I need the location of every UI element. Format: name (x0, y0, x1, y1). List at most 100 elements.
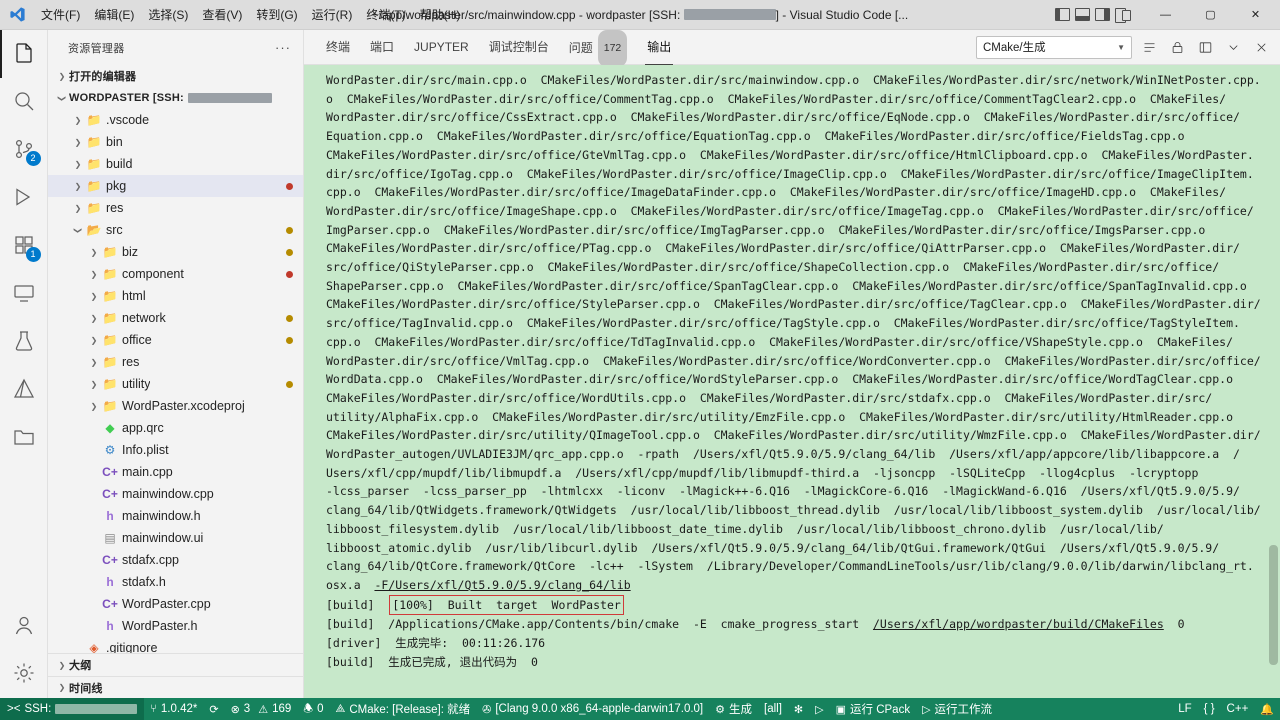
tree-item-res-inner[interactable]: ❯ 📁 res (48, 351, 303, 373)
tree-item-build[interactable]: ❯ 📁 build (48, 153, 303, 175)
tree-item-html[interactable]: ❯ 📁 html (48, 285, 303, 307)
status-brackets[interactable]: { } (1198, 698, 1221, 720)
tree-item-vscode[interactable]: ❯ 📁 .vscode (48, 109, 303, 131)
title-bar-right: — ▢ ✕ (1055, 0, 1280, 30)
section-workspace-root[interactable]: ❯ WORDPASTER [SSH: (48, 87, 303, 109)
menu-help[interactable]: 帮助(H) (413, 0, 468, 30)
tree-item-res[interactable]: ❯ 📁 res (48, 197, 303, 219)
menu-edit[interactable]: 编辑(E) (87, 0, 141, 30)
status-build[interactable]: ⚙ 生成 (709, 698, 758, 720)
status-sync[interactable]: ⟳ (203, 698, 224, 720)
status-run-workflow[interactable]: ▷ 运行工作流 (916, 698, 998, 720)
tree-item-mainwindow-h[interactable]: h mainwindow.h (48, 505, 303, 527)
output-view[interactable]: WordPaster.dir/src/main.cpp.o CMakeFiles… (304, 65, 1280, 698)
status-eol[interactable]: LF (1172, 698, 1197, 720)
status-language-mode[interactable]: C++ (1221, 698, 1255, 720)
tree-item-component[interactable]: ❯ 📁 component (48, 263, 303, 285)
sidebar-item-explorer[interactable] (0, 30, 48, 78)
tree-item-biz[interactable]: ❯ 📁 biz (48, 241, 303, 263)
qt-lib-path-link[interactable]: -F/Users/xfl/Qt5.9.0/5.9/clang_64/lib (374, 578, 630, 592)
settings-button[interactable] (0, 650, 48, 698)
explorer-more-actions[interactable]: ··· (275, 40, 291, 55)
section-open-editors[interactable]: ❯ 打开的编辑器 (48, 65, 303, 87)
cmake-files-path-link[interactable]: /Users/xfl/app/wordpaster/build/CMakeFil… (873, 617, 1164, 631)
section-timeline[interactable]: ❯ 时间线 (48, 676, 303, 698)
sidebar-item-extensions[interactable]: 1 (0, 222, 48, 270)
file-tree[interactable]: ❯ 打开的编辑器 ❯ WORDPASTER [SSH: ❯ 📁 .vscode … (48, 65, 303, 653)
tree-item-src[interactable]: ❯ 📂 src (48, 219, 303, 241)
tree-item-pkg[interactable]: ❯ 📁 pkg (48, 175, 303, 197)
tree-item-wordpaster-cpp[interactable]: C+ WordPaster.cpp (48, 593, 303, 615)
tab-output[interactable]: 输出 (637, 30, 681, 65)
menu-terminal[interactable]: 终端(T) (359, 0, 412, 30)
tree-item-mainwindow-cpp[interactable]: C+ mainwindow.cpp (48, 483, 303, 505)
menu-file[interactable]: 文件(F) (34, 0, 87, 30)
tab-terminal[interactable]: 终端 (316, 30, 360, 65)
status-build-target[interactable]: [all] (758, 698, 788, 720)
tree-item-info-plist[interactable]: ⚙ Info.plist (48, 439, 303, 461)
menu-bar[interactable]: 文件(F) 编辑(E) 选择(S) 查看(V) 转到(G) 运行(R) 终端(T… (34, 0, 467, 30)
status-compiler[interactable]: ✇ [Clang 9.0.0 x86_64-apple-darwin17.0.0… (476, 698, 709, 720)
menu-go[interactable]: 转到(G) (249, 0, 304, 30)
accounts-button[interactable] (0, 602, 48, 650)
scrollbar-thumb[interactable] (1269, 545, 1278, 665)
status-problems[interactable]: ⊗ 3 ⚠ 169 (225, 698, 298, 720)
chevron-down-icon[interactable] (1222, 36, 1244, 58)
status-debug-target[interactable]: ✻ (788, 698, 809, 720)
toggle-panel-icon[interactable] (1075, 8, 1090, 21)
sidebar-item-source-control[interactable]: 2 (0, 126, 48, 174)
status-launch-target[interactable]: ▷ (809, 698, 829, 720)
tree-item-stdafx-h[interactable]: h stdafx.h (48, 571, 303, 593)
tab-debug-console[interactable]: 调试控制台 (479, 30, 559, 65)
tab-problems[interactable]: 问题 172 (559, 29, 638, 67)
tree-item-stdafx-cpp[interactable]: C+ stdafx.cpp (48, 549, 303, 571)
status-run-cpack[interactable]: ▣ 运行 CPack (830, 698, 916, 720)
output-scrollbar[interactable] (1266, 65, 1280, 698)
sidebar-item-run-and-debug[interactable] (0, 174, 48, 222)
lock-icon[interactable] (1166, 36, 1188, 58)
status-remote-host[interactable]: >< SSH: (0, 698, 145, 720)
close-panel-icon[interactable] (1250, 36, 1272, 58)
tree-item-wordpaster-h[interactable]: h WordPaster.h (48, 615, 303, 637)
tree-item-main-cpp[interactable]: C+ main.cpp (48, 461, 303, 483)
output-line-built: [build] [100%] Built target WordPaster (326, 594, 625, 616)
section-outline[interactable]: ❯ 大纲 (48, 654, 303, 676)
close-button[interactable]: ✕ (1233, 0, 1278, 30)
output-channel-select[interactable]: CMake/生成 ▼ (976, 35, 1132, 59)
sidebar-item-file-manager[interactable] (0, 414, 48, 462)
title-bar: 文件(F) 编辑(E) 选择(S) 查看(V) 转到(G) 运行(R) 终端(T… (0, 0, 1280, 30)
sidebar-item-testing[interactable] (0, 318, 48, 366)
status-cmake-kit[interactable]: ⟁ CMake: [Release]: 就绪 (330, 698, 477, 720)
tree-item-network[interactable]: ❯ 📁 network (48, 307, 303, 329)
tree-item-bin[interactable]: ❯ 📁 bin (48, 131, 303, 153)
bell-slash-icon: 🕭 (303, 702, 314, 715)
tab-ports[interactable]: 端口 (360, 30, 404, 65)
tree-item-utility[interactable]: ❯ 📁 utility (48, 373, 303, 395)
tree-item-xcodeproj[interactable]: ❯ 📁 WordPaster.xcodeproj (48, 395, 303, 417)
menu-selection[interactable]: 选择(S) (141, 0, 195, 30)
open-in-editor-icon[interactable] (1194, 36, 1216, 58)
tab-jupyter[interactable]: JUPYTER (404, 30, 479, 65)
minimize-button[interactable]: — (1143, 0, 1188, 30)
output-line: clang_64/lib/QtWidgets.framework/QtWidge… (326, 503, 1261, 518)
menu-run[interactable]: 运行(R) (305, 0, 360, 30)
sidebar-item-search[interactable] (0, 78, 48, 126)
status-notifications[interactable]: 🔔 (1254, 698, 1280, 720)
menu-view[interactable]: 查看(V) (195, 0, 249, 30)
status-branch[interactable]: ⑂ 1.0.42* (144, 698, 203, 720)
sidebar-item-cmake[interactable] (0, 366, 48, 414)
sidebar-item-remote-explorer[interactable] (0, 270, 48, 318)
tree-item-office[interactable]: ❯ 📁 office (48, 329, 303, 351)
maximize-button[interactable]: ▢ (1188, 0, 1233, 30)
status-notifications-muted[interactable]: 🕭 0 (297, 698, 329, 720)
clear-output-icon[interactable] (1138, 36, 1160, 58)
toggle-secondary-sidebar-icon[interactable] (1095, 8, 1110, 21)
tree-item-mainwindow-ui[interactable]: ▤ mainwindow.ui (48, 527, 303, 549)
layout-controls[interactable] (1055, 8, 1131, 23)
toggle-primary-sidebar-icon[interactable] (1055, 8, 1070, 21)
tree-item-gitignore[interactable]: ◈ .gitignore (48, 637, 303, 653)
tree-item-app-qrc[interactable]: ◆ app.qrc (48, 417, 303, 439)
search-icon (12, 89, 36, 116)
customize-layout-icon[interactable] (1115, 8, 1131, 23)
output-line: CMakeFiles/WordPaster.dir/src/office/Gte… (326, 147, 1254, 162)
